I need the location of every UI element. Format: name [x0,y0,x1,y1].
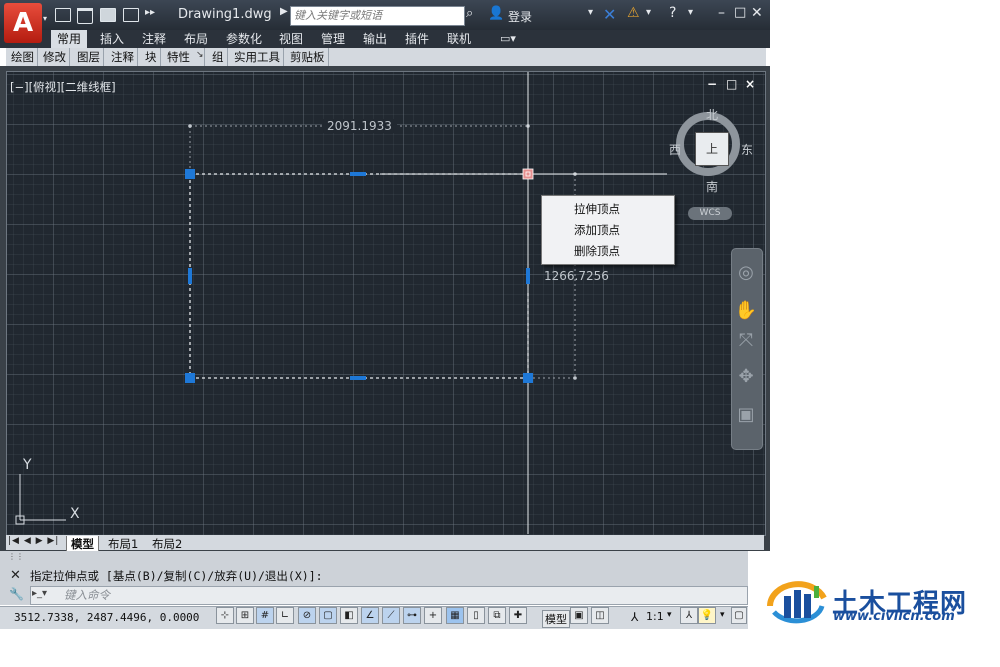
command-history: 指定拉伸点或 [基点(B)/复制(C)/放弃(U)/退出(X)]: [30,569,323,583]
dimension-tick [188,124,192,128]
steering-wheel-icon[interactable]: ◎ [733,262,759,283]
ucs-y-label: Y [23,457,32,473]
tab-layout1[interactable]: 布局1 [108,536,138,552]
annotation-visibility-icon[interactable]: ⅄ [680,607,698,624]
command-grip-icon[interactable]: ⋮⋮ [8,552,24,561]
lightbulb-icon[interactable]: 💡 [698,607,716,624]
object-snap-icon[interactable]: ▢ [319,607,337,624]
midpoint-grip [526,268,530,284]
showmotion-icon[interactable]: ▣ [733,404,759,425]
workspace-dropdown-icon[interactable]: ▾ [720,610,725,620]
dimension-tick [573,376,577,380]
customize-wrench-icon[interactable]: 🔧 [9,587,24,601]
compass-north[interactable]: 北 [706,106,718,123]
3d-object-snap-icon[interactable]: ◧ [340,607,358,624]
annotation-monitor-icon[interactable]: ✚ [509,607,527,624]
vertex-grip [185,373,195,383]
tab-layout2[interactable]: 布局2 [152,536,182,552]
command-close-icon[interactable]: ✕ [10,568,21,583]
viewcube-top-face[interactable]: 上 [695,132,729,166]
midpoint-grip [188,268,192,284]
application-menu-button[interactable]: A [4,3,42,43]
command-input[interactable] [30,586,748,605]
compass-west[interactable]: 西 [669,141,681,158]
orbit-icon[interactable]: ✥ [733,366,759,387]
selection-cycling-icon[interactable]: ⧉ [488,607,506,624]
layout-tab-bar: |◀ ◀ ▶ ▶| 模型 布局1 布局2 [6,535,764,553]
transparency-icon[interactable]: ▦ [446,607,464,624]
lineweight-icon[interactable]: + [424,607,442,624]
dynamic-input-icon[interactable]: ⊶ [403,607,421,624]
compass-south[interactable]: 南 [706,178,718,195]
menu-item-remove-vertex[interactable]: 删除顶点 [574,243,620,259]
menu-item-stretch-vertex[interactable]: 拉伸顶点 [574,201,620,217]
drawing-canvas[interactable] [0,0,770,540]
midpoint-grip [350,172,366,176]
compass-east[interactable]: 东 [741,141,753,158]
dynamic-ucs-icon[interactable]: ⟋ [382,607,400,624]
annotation-scale-icon[interactable]: ⅄ [631,610,638,624]
pan-hand-icon[interactable]: ✋ [733,300,759,321]
watermark-logo-icon [767,581,827,624]
vertex-grip [185,169,195,179]
menu-item-add-vertex[interactable]: 添加顶点 [574,222,620,238]
vertical-dimension-value: 1266.7256 [544,269,609,283]
recent-commands-icon[interactable]: ▸_▾ [32,588,47,599]
layout-nav-arrows-icon[interactable]: |◀ ◀ ▶ ▶| [8,536,59,546]
annotation-scale-value[interactable]: 1:1 [646,610,664,623]
quick-view-drawings-icon[interactable]: ◫ [591,607,609,624]
annotation-scale-dropdown-icon[interactable]: ▾ [667,610,672,620]
cursor-coordinates[interactable]: 3512.7338, 2487.4496, 0.0000 [14,611,199,624]
horizontal-dimension-value: 2091.1933 [322,119,397,133]
grid-display-icon[interactable]: # [256,607,274,624]
clean-screen-icon[interactable]: ▢ [731,607,747,624]
model-space-button[interactable]: 模型 [542,610,570,628]
ortho-mode-icon[interactable]: ∟ [276,607,294,624]
rectangle-edges [189,174,529,379]
snap-mode-icon[interactable]: ⊞ [236,607,254,624]
command-placeholder: 键入命令 [64,588,110,602]
ucs-x-label: X [70,506,80,522]
grip-context-menu: 拉伸顶点 添加顶点 删除顶点 [541,195,675,265]
zoom-extents-icon[interactable]: ⤧ [733,330,759,351]
object-snap-tracking-icon[interactable]: ∠ [361,607,379,624]
vertex-grip [523,373,533,383]
quick-view-layouts-icon[interactable]: ▣ [570,607,588,624]
hot-grip [522,168,534,180]
wcs-menu-button[interactable]: WCS [688,207,732,220]
midpoint-grip [350,376,366,380]
polar-tracking-icon[interactable]: ⊘ [298,607,316,624]
watermark-url: www.civilcn.com [833,609,955,624]
quick-properties-icon[interactable]: ▯ [467,607,485,624]
infer-constraints-icon[interactable]: ⊹ [216,607,234,624]
